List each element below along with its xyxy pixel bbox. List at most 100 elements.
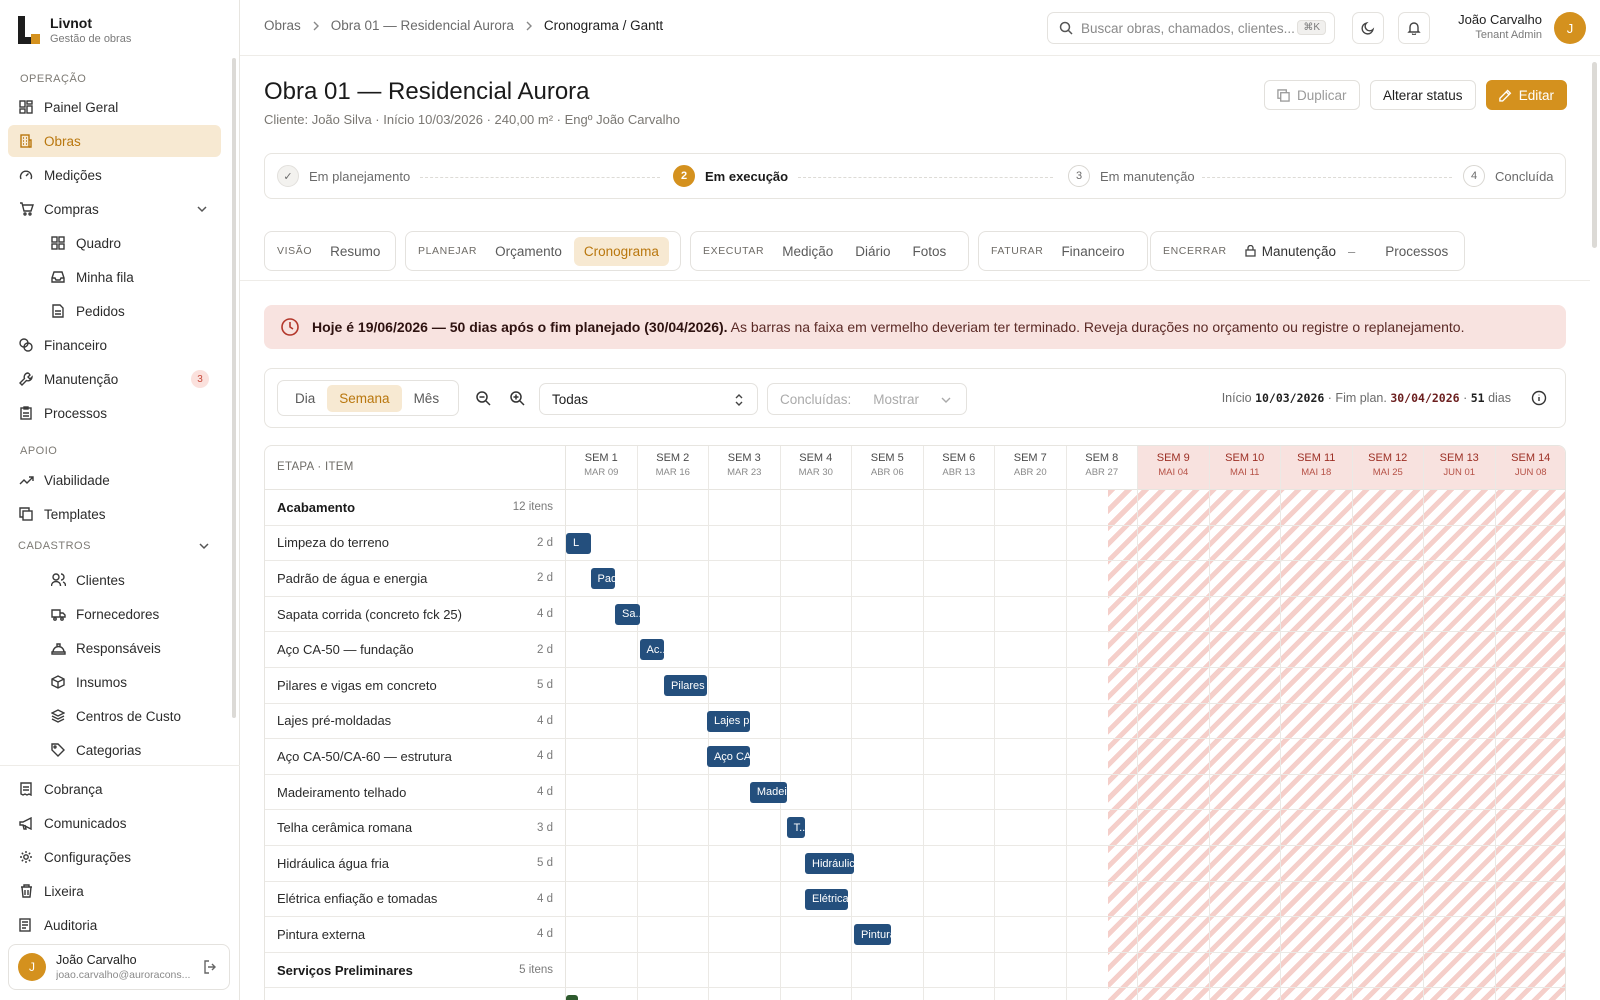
row-duration: 5 d: [537, 857, 553, 870]
gantt-group-row[interactable]: Acabamento 12 itens: [265, 490, 566, 526]
week-date: MAI 11: [1230, 467, 1260, 478]
sidebar-item-processos[interactable]: Processos: [8, 397, 221, 429]
sidebar-item-configuracoes[interactable]: Configurações: [8, 841, 221, 873]
sidebar-item-comunicados[interactable]: Comunicados: [8, 807, 221, 839]
gantt-item-row[interactable]: Padrão de água e energia 2 d: [265, 561, 566, 597]
gantt-item-row[interactable]: Limpeza do terreno 2 d: [265, 525, 566, 562]
tab-orcamento[interactable]: Orçamento: [485, 237, 572, 266]
gantt-bar[interactable]: L: [566, 532, 591, 554]
user-card[interactable]: J João Carvalho joao.carvalho@auroracons…: [8, 944, 230, 990]
chevron-down-icon[interactable]: [195, 202, 209, 216]
tab-medicao[interactable]: Medição: [772, 237, 843, 266]
sidebar-item-medicoes[interactable]: Medições: [8, 159, 221, 191]
tab-resumo[interactable]: Resumo: [320, 237, 390, 266]
gantt-bar[interactable]: T...: [786, 817, 805, 839]
sidebar-item-categorias[interactable]: Categorias: [40, 734, 221, 766]
sidebar-item-compras[interactable]: Compras: [8, 193, 221, 225]
sidebar-item-obras[interactable]: Obras: [8, 125, 221, 157]
gantt-item-row[interactable]: Madeiramento telhado 4 d: [265, 774, 566, 811]
sidebar-item-insumos[interactable]: Insumos: [40, 666, 221, 698]
search-input[interactable]: Buscar obras, chamados, clientes... ⌘K: [1047, 12, 1335, 44]
gantt-bar[interactable]: Sa...: [615, 603, 640, 625]
tab-diario[interactable]: Diário: [845, 237, 900, 266]
gantt-bar[interactable]: L: [566, 995, 579, 1000]
scale-mes[interactable]: Mês: [402, 385, 452, 412]
sidebar-item-pedidos[interactable]: Pedidos: [40, 295, 221, 327]
gantt-item-row[interactable]: Lajes pré-moldadas 4 d: [265, 703, 566, 740]
tab-cronograma[interactable]: Cronograma: [573, 236, 669, 266]
stage-filter-select[interactable]: Todas: [539, 383, 758, 415]
scale-dia[interactable]: Dia: [283, 385, 327, 412]
row-duration: 3 d: [537, 821, 553, 834]
edit-button[interactable]: Editar: [1486, 80, 1567, 110]
sidebar-item-auditoria[interactable]: Auditoria: [8, 909, 221, 941]
sidebar-item-manutencao[interactable]: Manutenção 3: [8, 363, 221, 395]
row-gridline: [566, 773, 1565, 775]
gantt-item-row[interactable]: Aço CA-50 — fundação 2 d: [265, 632, 566, 668]
change-status-button[interactable]: Alterar status: [1370, 80, 1476, 110]
sidebar-item-label: Categorias: [76, 742, 142, 758]
gantt-bar[interactable]: Pilares e v...: [664, 675, 707, 696]
duplicate-button[interactable]: Duplicar: [1264, 80, 1360, 110]
livnot-logo-icon: [18, 16, 40, 44]
main-scrollbar[interactable]: [1592, 62, 1597, 248]
sidebar-item-financeiro[interactable]: Financeiro: [8, 329, 221, 361]
scale-semana[interactable]: Semana: [327, 384, 402, 412]
gantt-item-row[interactable]: Pilares e vigas em concreto 5 d: [265, 668, 566, 704]
dias-label: dias: [1488, 391, 1511, 405]
sidebar-item-fornecedores[interactable]: Fornecedores: [40, 598, 221, 630]
concluidas-select[interactable]: Concluídas: Mostrar: [767, 383, 967, 415]
tab-manutencao[interactable]: Manutenção: [1235, 237, 1346, 266]
gantt-bar[interactable]: Hidráulica á...: [805, 853, 855, 874]
gantt-bar[interactable]: Aço CA-5...: [706, 746, 750, 768]
sidebar-item-clientes[interactable]: Clientes: [40, 564, 221, 596]
avatar[interactable]: J: [1554, 12, 1586, 44]
tab-processos[interactable]: Processos: [1375, 237, 1458, 266]
gantt-bar[interactable]: Lajes pré-...: [706, 710, 750, 732]
breadcrumb-obras[interactable]: Obras: [264, 18, 301, 33]
gantt-item-row[interactable]: Aço CA-50/CA-60 — estrutura 4 d: [265, 739, 566, 775]
sidebar-item-painel[interactable]: Painel Geral: [8, 91, 221, 123]
sidebar-item-templates[interactable]: Templates: [8, 498, 221, 530]
gantt-item-row[interactable]: [265, 988, 566, 1000]
theme-toggle-button[interactable]: [1352, 12, 1384, 44]
gantt-bar[interactable]: Elétrica e...: [805, 888, 848, 910]
tab-financeiro[interactable]: Financeiro: [1051, 237, 1134, 266]
sidebar-item-centros-custo[interactable]: Centros de Custo: [40, 700, 221, 732]
gantt-item-row[interactable]: Hidráulica água fria 5 d: [265, 846, 566, 882]
sidebar-item-lixeira[interactable]: Lixeira: [8, 875, 221, 907]
gantt-group-row[interactable]: Serviços Preliminares 5 itens: [265, 952, 566, 989]
sidebar-item-viabilidade[interactable]: Viabilidade: [8, 464, 221, 496]
step-number: 2: [673, 165, 695, 187]
gantt-bar[interactable]: Ac...: [639, 639, 665, 661]
week-date: MAR 09: [584, 467, 619, 478]
user-menu[interactable]: João Carvalho Tenant Admin: [1458, 12, 1542, 41]
notifications-button[interactable]: [1398, 12, 1430, 44]
gantt-item-row[interactable]: Elétrica enfiação e tomadas 4 d: [265, 881, 566, 918]
gantt-bar[interactable]: Pad...: [590, 568, 615, 590]
step-connector: [1202, 177, 1452, 178]
week-date: ABR 20: [1013, 467, 1047, 478]
info-icon[interactable]: [1531, 390, 1547, 406]
sidebar-scrollbar[interactable]: [232, 58, 236, 718]
breadcrumb-obra[interactable]: Obra 01 — Residencial Aurora: [331, 18, 514, 33]
zoom-out-icon[interactable]: [474, 389, 492, 407]
gantt-item-row[interactable]: Pintura externa 4 d: [265, 917, 566, 953]
gantt-item-row[interactable]: Telha cerâmica romana 3 d: [265, 810, 566, 846]
chevron-down-icon[interactable]: [197, 539, 211, 553]
tab-fotos[interactable]: Fotos: [903, 237, 957, 266]
gantt-item-row[interactable]: Sapata corrida (concreto fck 25) 4 d: [265, 596, 566, 633]
gantt-bar[interactable]: Madeir...: [749, 781, 787, 803]
sidebar-item-label: Cobrança: [44, 781, 103, 797]
sidebar-item-responsaveis[interactable]: Responsáveis: [40, 632, 221, 664]
sidebar-item-quadro[interactable]: Quadro: [40, 227, 221, 259]
week-label: SEM 6: [942, 452, 976, 464]
sidebar-item-minha-fila[interactable]: Minha fila: [40, 261, 221, 293]
zoom-in-icon[interactable]: [508, 389, 526, 407]
gantt-bar[interactable]: Pintura ...: [854, 924, 891, 946]
brand[interactable]: Livnot Gestão de obras: [18, 12, 131, 48]
logout-icon[interactable]: [203, 960, 217, 974]
tabgroup-faturar: FATURAR Financeiro: [978, 231, 1148, 271]
row-duration: 4 d: [537, 750, 553, 763]
sidebar-item-cobranca[interactable]: Cobrança: [8, 773, 221, 805]
